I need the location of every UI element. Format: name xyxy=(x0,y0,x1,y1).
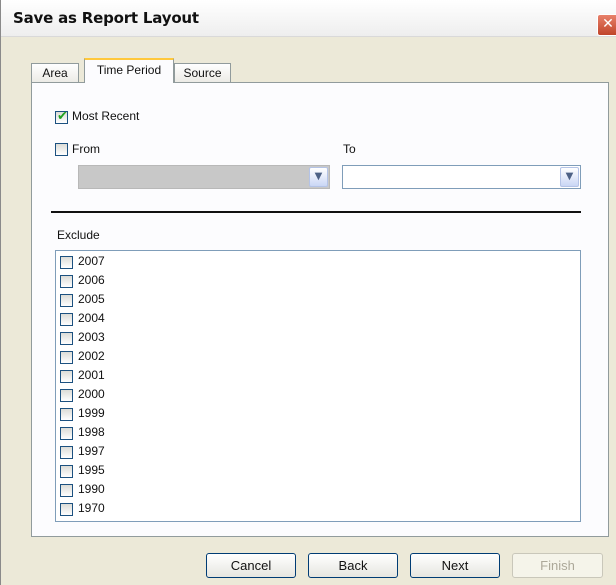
year-label: 1995 xyxy=(78,463,105,477)
year-label: 1970 xyxy=(78,501,105,515)
to-label: To xyxy=(343,142,356,156)
year-checkbox[interactable] xyxy=(60,370,73,383)
year-label: 2002 xyxy=(78,349,105,363)
cancel-button[interactable]: Cancel xyxy=(206,553,296,578)
most-recent-label: Most Recent xyxy=(72,109,140,123)
year-label: 1990 xyxy=(78,482,105,496)
year-checkbox[interactable] xyxy=(60,465,73,478)
finish-button[interactable]: Finish xyxy=(512,553,603,578)
year-label: 2004 xyxy=(78,311,105,325)
exclude-year-list[interactable]: 2007 2006 2005 2004 2003 2002 2001 2000 … xyxy=(55,250,581,522)
year-checkbox[interactable] xyxy=(60,275,73,288)
year-checkbox[interactable] xyxy=(60,427,73,440)
chevron-down-icon[interactable]: ▼ xyxy=(309,167,328,187)
chevron-down-icon[interactable]: ▼ xyxy=(560,167,579,187)
year-checkbox[interactable] xyxy=(60,256,73,269)
year-label: 2001 xyxy=(78,368,105,382)
year-label: 2003 xyxy=(78,330,105,344)
year-checkbox[interactable] xyxy=(60,313,73,326)
year-label: 1998 xyxy=(78,425,105,439)
dialog-title: Save as Report Layout xyxy=(13,9,199,27)
exclude-label: Exclude xyxy=(57,228,100,242)
year-label: 1999 xyxy=(78,406,105,420)
year-checkbox[interactable] xyxy=(60,351,73,364)
year-label: 1997 xyxy=(78,444,105,458)
tab-area[interactable]: Area xyxy=(31,63,79,82)
from-select[interactable]: ▼ xyxy=(78,165,330,189)
most-recent-checkbox[interactable]: ✔ xyxy=(55,109,68,124)
checkmark-icon: ✔ xyxy=(57,109,68,124)
year-label: 2007 xyxy=(78,254,105,268)
close-icon[interactable]: ✕ xyxy=(597,14,616,36)
year-checkbox[interactable] xyxy=(60,408,73,421)
next-button[interactable]: Next xyxy=(410,553,500,578)
year-checkbox[interactable] xyxy=(60,389,73,402)
year-checkbox[interactable] xyxy=(60,294,73,307)
year-label: 2005 xyxy=(78,292,105,306)
year-label: 2006 xyxy=(78,273,105,287)
year-label: 2000 xyxy=(78,387,105,401)
title-bar[interactable]: Save as Report Layout ✕ xyxy=(1,0,616,37)
year-checkbox[interactable] xyxy=(60,332,73,345)
year-checkbox[interactable] xyxy=(60,484,73,497)
to-select[interactable]: ▼ xyxy=(342,165,581,189)
back-button[interactable]: Back xyxy=(308,553,398,578)
tab-source[interactable]: Source xyxy=(174,63,231,82)
section-divider xyxy=(51,211,581,213)
from-label: From xyxy=(72,142,100,156)
dialog-window: Save as Report Layout ✕ Area Time Period… xyxy=(0,0,616,585)
tab-time-period[interactable]: Time Period xyxy=(84,58,174,83)
year-checkbox[interactable] xyxy=(60,446,73,459)
from-checkbox[interactable] xyxy=(55,143,68,156)
year-checkbox[interactable] xyxy=(60,503,73,516)
